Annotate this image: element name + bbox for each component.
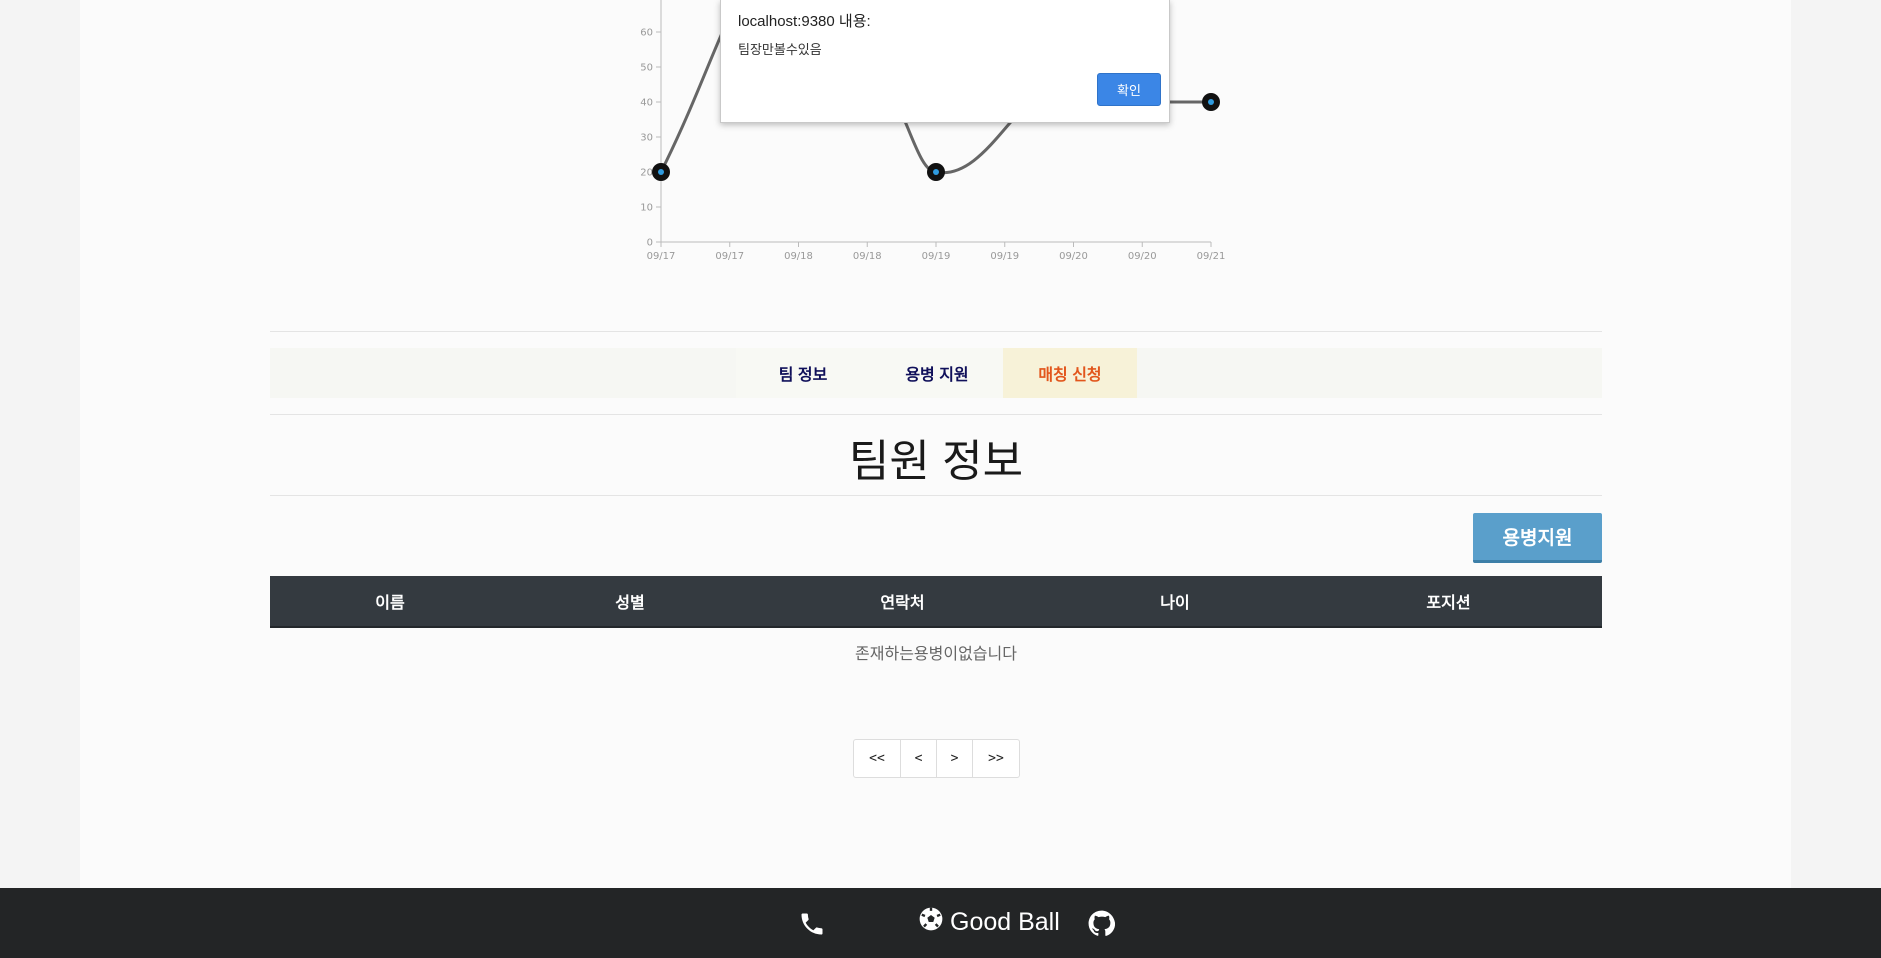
y-tick-label: 50 xyxy=(640,63,653,74)
pagination: << < > >> xyxy=(853,739,1020,778)
column-header-gender: 성별 xyxy=(615,595,645,612)
y-tick-label: 10 xyxy=(640,203,653,214)
column-header-position: 포지션 xyxy=(1426,595,1471,612)
last-page-button[interactable]: >> xyxy=(973,740,1019,777)
column-header-name: 이름 xyxy=(375,595,405,612)
y-tick-label: 40 xyxy=(640,98,653,109)
y-tick-label: 0 xyxy=(647,238,653,249)
first-page-button[interactable]: << xyxy=(854,740,901,777)
footer-brand[interactable]: Good Ball xyxy=(918,906,1060,939)
tab-team-info[interactable]: 팀 정보 xyxy=(736,348,870,398)
data-point-center xyxy=(1208,99,1214,105)
x-tick-label: 09/19 xyxy=(990,251,1019,262)
table-header: 이름 성별 연락처 나이 포지션 xyxy=(270,576,1602,628)
dialog-message: 팀장만볼수있음 xyxy=(738,42,822,57)
dialog-title: localhost:9380 내용: xyxy=(738,13,871,30)
y-tick-label: 30 xyxy=(640,133,653,144)
y-tick-label: 20 xyxy=(640,168,653,179)
phone-icon[interactable] xyxy=(798,910,826,943)
soccer-ball-icon xyxy=(918,906,944,939)
tab-match-request[interactable]: 매칭 신청 xyxy=(1003,348,1137,398)
x-tick-label: 09/21 xyxy=(1197,251,1226,262)
y-tick-label: 60 xyxy=(640,28,653,39)
alert-dialog: localhost:9380 내용: 팀장만볼수있음 확인 xyxy=(720,0,1170,123)
empty-table-message: 존재하는용병이없습니다 xyxy=(855,646,1017,663)
x-tick-label: 09/17 xyxy=(647,251,676,262)
divider xyxy=(270,414,1602,415)
x-tick-label: 09/20 xyxy=(1128,251,1157,262)
data-point-center xyxy=(933,169,939,175)
divider xyxy=(270,495,1602,496)
x-tick-label: 09/18 xyxy=(853,251,882,262)
tab-mercenary-apply[interactable]: 용병 지원 xyxy=(870,348,1004,398)
github-icon[interactable] xyxy=(1088,910,1116,942)
page-title: 팀원 정보 xyxy=(848,437,1024,486)
x-tick-label: 09/19 xyxy=(922,251,951,262)
footer: Good Ball xyxy=(0,888,1881,958)
x-tick-label: 09/18 xyxy=(784,251,813,262)
tab-bar: 팀 정보 용병 지원 매칭 신청 xyxy=(270,348,1602,398)
column-header-contact: 연락처 xyxy=(880,595,925,612)
data-point-center xyxy=(658,169,664,175)
divider xyxy=(270,331,1602,332)
x-tick-label: 09/20 xyxy=(1059,251,1088,262)
mercenary-apply-button[interactable]: 용병지원 xyxy=(1473,513,1602,563)
prev-page-button[interactable]: < xyxy=(901,740,937,777)
footer-brand-label: Good Ball xyxy=(950,908,1060,936)
x-tick-label: 09/17 xyxy=(715,251,744,262)
next-page-button[interactable]: > xyxy=(937,740,973,777)
dialog-ok-button[interactable]: 확인 xyxy=(1097,73,1161,106)
column-header-age: 나이 xyxy=(1160,595,1190,612)
